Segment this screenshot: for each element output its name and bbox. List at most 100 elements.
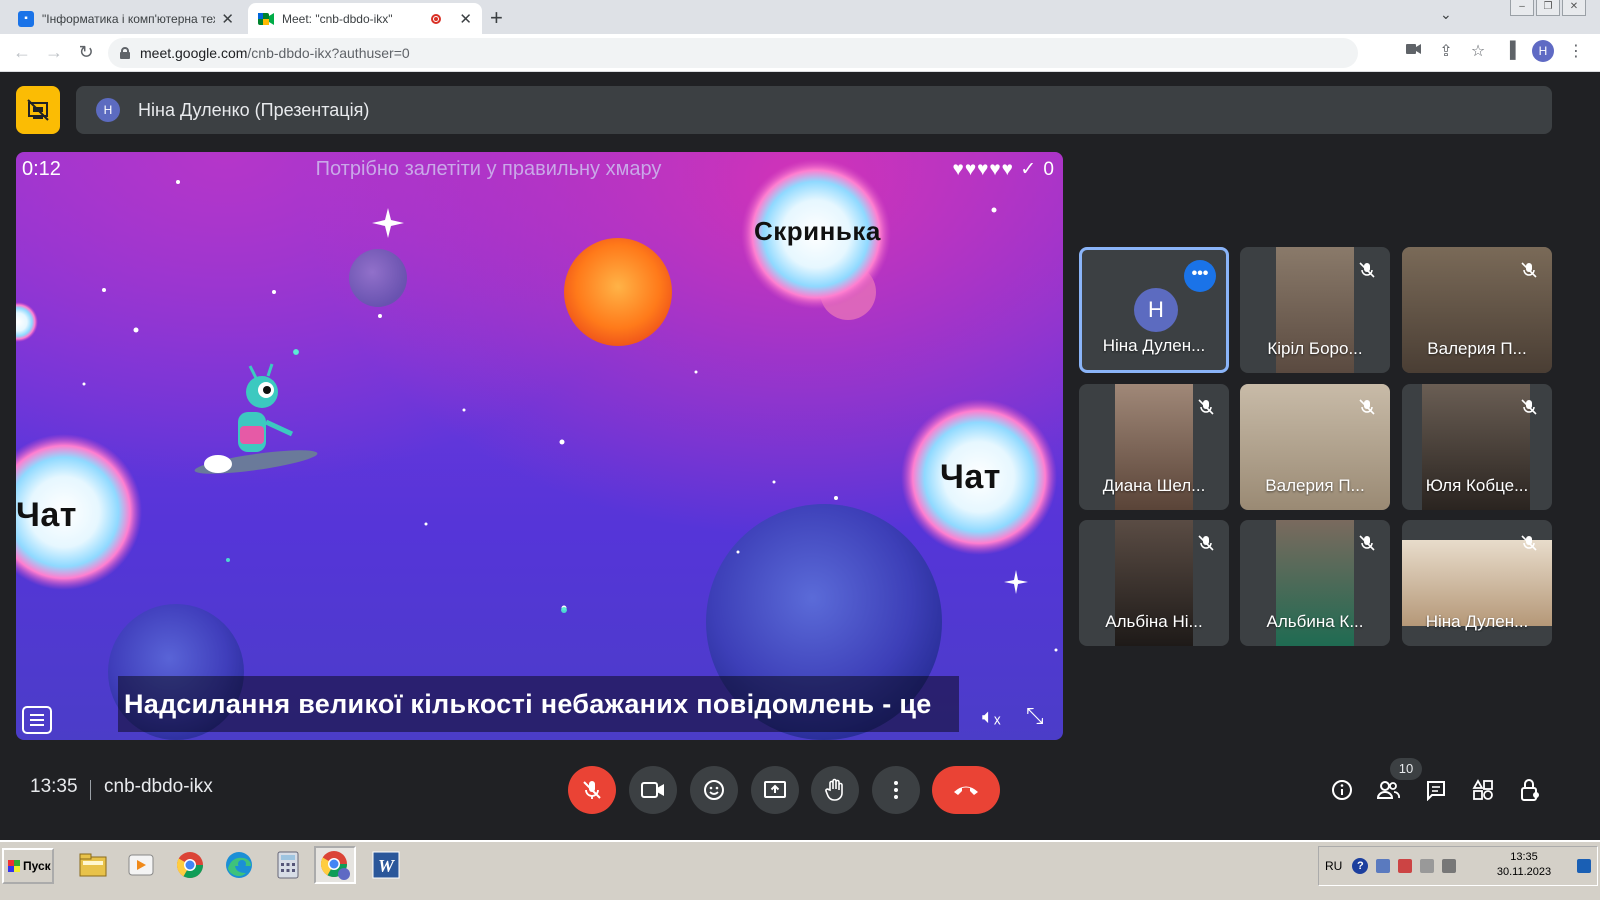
media-icon[interactable] [120, 846, 162, 884]
start-button[interactable]: Пуск [2, 848, 54, 884]
stop-presenting-icon[interactable] [16, 86, 60, 134]
presenter-avatar: Н [96, 98, 120, 122]
hand-icon [825, 778, 843, 801]
mic-off-icon [1198, 399, 1214, 415]
tab-title: "Інформатика і комп'ютерна техні [42, 11, 216, 26]
meeting-code[interactable]: cnb-dbdo-ikx [104, 776, 213, 798]
lives-hearts: ♥♥♥♥♥ [952, 159, 1014, 180]
more-options-icon[interactable]: ••• [1184, 260, 1216, 292]
participant-name: Кіріл Боро... [1267, 339, 1363, 358]
camera-in-use-icon[interactable] [1404, 42, 1424, 60]
mic-off-icon [1521, 262, 1537, 278]
participant-tile[interactable]: Ніна Дулен... [1402, 520, 1552, 646]
chat-button[interactable] [1422, 776, 1450, 804]
participant-name: Альбіна Ні... [1105, 612, 1203, 631]
show-desktop-icon[interactable] [1577, 859, 1591, 873]
mic-off-icon [1359, 535, 1375, 551]
cloud-label[interactable]: Скринька [754, 216, 881, 247]
participant-name: Ніна Дулен... [1102, 336, 1206, 355]
close-window-button[interactable]: ✕ [1562, 0, 1586, 16]
chrome-icon[interactable] [169, 846, 211, 884]
minimize-button[interactable]: – [1510, 0, 1534, 16]
tab-meet[interactable]: Meet: "cnb-dbdo-ikx" ✕ [248, 3, 482, 34]
participant-tile[interactable]: Альбіна Ні... [1079, 520, 1229, 646]
volume-icon[interactable] [1442, 859, 1457, 873]
profile-avatar[interactable]: H [1532, 40, 1554, 62]
explorer-icon[interactable] [72, 846, 114, 884]
activities-button[interactable] [1469, 776, 1497, 804]
url-host: meet.google.com [140, 45, 248, 61]
participant-tile[interactable]: Валерия П... [1402, 247, 1552, 373]
meeting-clock: 13:35 [30, 776, 78, 797]
browser-menu-icon[interactable]: ⋮ [1566, 41, 1586, 61]
game-scene [16, 159, 1058, 740]
side-panel-icon[interactable]: ▐ [1500, 42, 1520, 60]
reload-icon[interactable]: ↻ [70, 42, 102, 63]
people-icon [1376, 781, 1400, 799]
edge-icon[interactable] [218, 846, 260, 884]
participant-name: Диана Шел... [1102, 476, 1206, 495]
game-prompt: Потрібно залетіти у правильну хмару [315, 158, 662, 180]
cloud-label[interactable]: Чат [940, 458, 1001, 497]
participant-tile[interactable]: Альбина К... [1240, 520, 1390, 646]
participant-tile[interactable]: Юля Кобце... [1402, 384, 1552, 510]
security-icon[interactable] [1398, 859, 1413, 873]
present-now-button[interactable] [751, 766, 799, 814]
reactions-button[interactable] [690, 766, 738, 814]
participant-name: Юля Кобце... [1425, 476, 1529, 495]
close-tab-icon[interactable]: ✕ [459, 10, 472, 28]
url-path: /cnb-dbdo-ikx?authuser=0 [247, 45, 410, 61]
tab-search-icon[interactable]: ⌄ [1440, 6, 1452, 23]
recording-icon [431, 13, 442, 24]
browser-toolbar: ← → ↻ meet.google.com/cnb-dbdo-ikx?authu… [0, 34, 1600, 72]
info-icon [1332, 780, 1352, 800]
forward-icon[interactable]: → [38, 42, 70, 63]
mute-sound-icon[interactable]: 🔈︎ₓ [982, 706, 1001, 729]
svg-text:W: W [378, 856, 396, 876]
lock-icon[interactable] [120, 47, 130, 59]
display-icon[interactable] [1420, 859, 1435, 873]
mic-off-icon [1521, 535, 1537, 551]
back-icon[interactable]: ← [6, 42, 38, 63]
presenter-bar: Н Ніна Дуленко (Презентація) [76, 86, 1552, 134]
game-menu-button[interactable] [22, 706, 52, 734]
bookmark-star-icon[interactable]: ☆ [1468, 41, 1488, 61]
exit-fullscreen-icon[interactable]: ⤡ [1026, 703, 1044, 729]
tab-informatics[interactable]: ▪ "Інформатика і комп'ютерна техні ✕ [8, 3, 244, 34]
address-bar[interactable]: meet.google.com/cnb-dbdo-ikx?authuser=0 [108, 38, 1358, 68]
camera-toggle-button[interactable] [629, 766, 677, 814]
cloud-label[interactable]: Чат [16, 496, 77, 535]
participant-tile[interactable]: Кіріл Боро... [1240, 247, 1390, 373]
new-tab-button[interactable]: + [490, 5, 503, 31]
participant-name: Валерия П... [1427, 339, 1527, 358]
mic-toggle-button[interactable] [568, 766, 616, 814]
restore-button[interactable]: ❐ [1536, 0, 1560, 16]
hang-up-icon [954, 786, 978, 795]
people-button[interactable] [1374, 776, 1402, 804]
score: ✓ 0 [1020, 159, 1055, 180]
participant-tile[interactable]: Диана Шел... [1079, 384, 1229, 510]
meeting-details-button[interactable] [1328, 776, 1356, 804]
chrome-active-icon[interactable] [314, 846, 356, 884]
network-icon[interactable] [1376, 859, 1391, 873]
tab-strip: ▪ "Інформатика і комп'ютерна техні ✕ Mee… [0, 0, 1600, 34]
participant-tile[interactable]: Н ••• Ніна Дулен... [1079, 247, 1229, 373]
presentation-stage[interactable]: 0:12 Потрібно залетіти у правильну хмару… [16, 152, 1063, 740]
word-icon[interactable]: W [365, 846, 407, 884]
presenter-label: Ніна Дуленко (Презентація) [138, 99, 370, 120]
close-tab-icon[interactable]: ✕ [221, 10, 234, 28]
host-controls-button[interactable] [1516, 776, 1544, 804]
participant-tile[interactable]: Валерия П... [1240, 384, 1390, 510]
raise-hand-button[interactable] [811, 766, 859, 814]
emoji-icon [704, 780, 724, 800]
mic-off-icon [1521, 399, 1537, 415]
leave-call-button[interactable] [932, 766, 1000, 814]
share-icon[interactable]: ⇪ [1436, 41, 1456, 61]
question-subtitle: Надсилання великої кількості небажаних п… [118, 676, 959, 732]
help-icon[interactable]: ? [1352, 858, 1369, 874]
tray-clock[interactable]: 13:35 30.11.2023 [1489, 850, 1559, 880]
lock-person-icon [1521, 779, 1539, 801]
more-options-button[interactable] [872, 766, 920, 814]
language-indicator[interactable]: RU [1325, 859, 1342, 873]
calculator-icon[interactable] [267, 846, 309, 884]
